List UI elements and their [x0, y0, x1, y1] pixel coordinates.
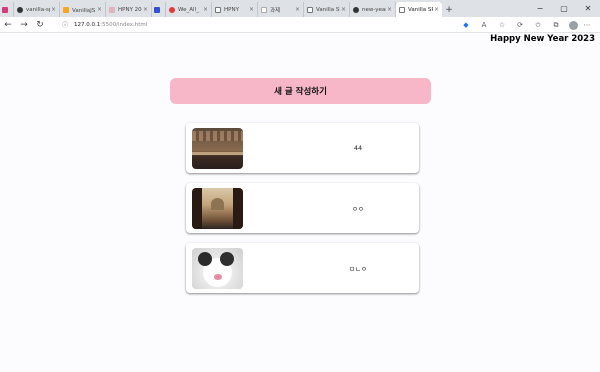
minimize-icon[interactable]: −	[528, 0, 552, 17]
new-tab-button[interactable]: +	[442, 2, 456, 17]
favorite-star-icon[interactable]: ☆	[493, 17, 511, 33]
tab-title: We_All_	[178, 6, 199, 13]
js-icon	[63, 6, 69, 13]
address-bar[interactable]: ⓘ 127.0.0.1 :5500/index.html	[62, 17, 147, 33]
github-icon	[353, 6, 359, 13]
close-tab-icon[interactable]: ×	[387, 6, 392, 13]
write-post-button[interactable]: 새 글 작성하기	[170, 78, 431, 104]
tab-9[interactable]: new-year- ×	[350, 2, 396, 17]
close-tab-icon[interactable]: ×	[434, 6, 439, 13]
collections-icon[interactable]: ⧉	[547, 17, 565, 33]
close-tab-icon[interactable]: ×	[341, 6, 346, 13]
tab-title: vanilla-spa-b	[26, 6, 50, 13]
close-tab-icon[interactable]: ×	[295, 6, 300, 13]
close-tab-icon[interactable]: ×	[51, 6, 56, 13]
tab-7[interactable]: 과제 ×	[258, 2, 304, 17]
post-title: ㅁㄴㅇ	[349, 265, 367, 273]
reload-icon[interactable]: ↻	[32, 17, 48, 33]
post-thumbnail	[192, 127, 243, 169]
tab-2[interactable]: VanillaJS 로 ×	[60, 2, 106, 17]
tab-title: VanillaJS 로	[72, 7, 96, 14]
toolbar-icons: ◆ A ☆ ⟳ ✩ ⧉ ⋯	[457, 17, 596, 33]
tag-icon[interactable]: ◆	[457, 17, 475, 33]
window-controls: − ▢ ✕	[528, 0, 600, 17]
document-icon	[399, 6, 405, 13]
close-tab-icon[interactable]: ×	[249, 6, 254, 13]
more-menu-icon[interactable]: ⋯	[578, 17, 596, 33]
back-icon[interactable]: ←	[0, 17, 16, 33]
post-card[interactable]: ㅇㅇ	[186, 183, 419, 233]
url-path: :5500/index.html	[100, 21, 148, 28]
tab-workspaces[interactable]	[0, 2, 14, 17]
tab-title: HPNY	[224, 6, 239, 13]
post-thumbnail	[192, 247, 243, 289]
profile-avatar[interactable]	[569, 20, 578, 30]
page-content: Happy New Year 2023 새 글 작성하기 44 ㅇㅇ ㅁㄴㅇ	[0, 33, 600, 372]
tab-title: HPNY 2023	[118, 6, 142, 13]
tab-title: new-year-	[362, 6, 386, 13]
close-tab-icon[interactable]: ×	[97, 6, 102, 13]
tab-8[interactable]: Vanilla SPA ×	[304, 2, 350, 17]
read-aloud-icon[interactable]: A	[475, 17, 493, 33]
favorites-icon[interactable]: ✩	[529, 17, 547, 33]
tab-title: Vanilla SPA	[408, 6, 433, 13]
browser-toolbar: ← → ↻ ⓘ 127.0.0.1 :5500/index.html ◆ A ☆…	[0, 17, 600, 33]
tab-title: 과제	[270, 7, 281, 14]
tab-bar: vanilla-spa-b × VanillaJS 로 × HPNY 2023 …	[0, 0, 600, 17]
page-icon	[109, 6, 115, 13]
document-icon	[307, 6, 313, 13]
workspaces-icon	[2, 6, 8, 13]
app-icon	[154, 6, 160, 13]
close-icon[interactable]: ✕	[576, 0, 600, 17]
info-icon[interactable]: ⓘ	[62, 20, 68, 29]
document-icon	[215, 6, 221, 13]
post-title: 44	[353, 144, 363, 152]
tab-1[interactable]: vanilla-spa-b ×	[14, 2, 60, 17]
post-card[interactable]: 44	[186, 123, 419, 173]
tab-5[interactable]: We_All_ ×	[166, 2, 212, 17]
extensions-icon[interactable]: ⟳	[511, 17, 529, 33]
tab-4[interactable]	[152, 2, 166, 17]
tab-title: Vanilla SPA	[316, 6, 340, 13]
github-icon	[17, 6, 23, 13]
header-greeting: Happy New Year 2023	[490, 34, 595, 44]
forward-icon[interactable]: →	[16, 17, 32, 33]
tab-6[interactable]: HPNY ×	[212, 2, 258, 17]
image-icon	[261, 6, 267, 13]
post-card[interactable]: ㅁㄴㅇ	[186, 243, 419, 293]
post-title: ㅇㅇ	[352, 205, 364, 213]
close-tab-icon[interactable]: ×	[203, 6, 208, 13]
tab-3[interactable]: HPNY 2023 ×	[106, 2, 152, 17]
tab-active[interactable]: Vanilla SPA ×	[396, 2, 442, 17]
record-icon	[169, 6, 175, 13]
close-tab-icon[interactable]: ×	[143, 6, 148, 13]
maximize-icon[interactable]: ▢	[552, 0, 576, 17]
post-thumbnail	[192, 187, 243, 229]
url-host: 127.0.0.1	[74, 21, 101, 28]
